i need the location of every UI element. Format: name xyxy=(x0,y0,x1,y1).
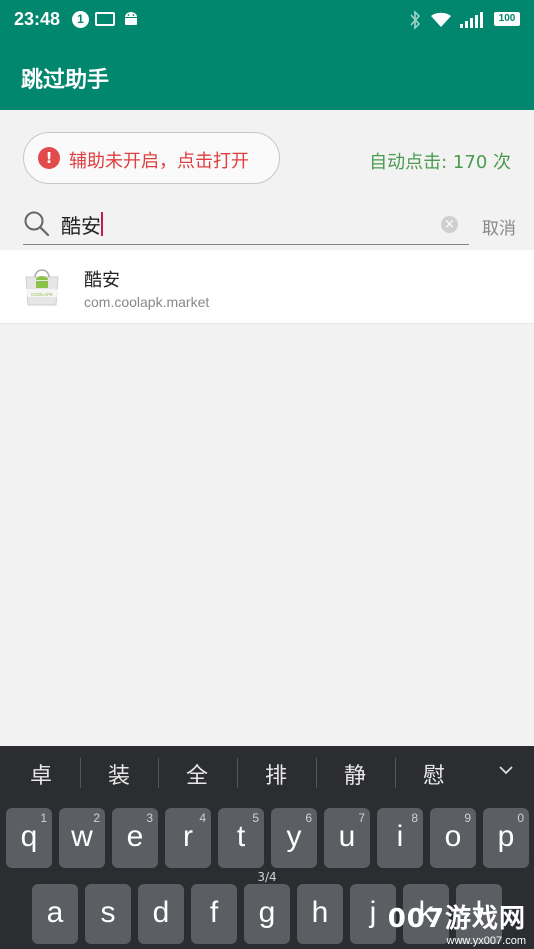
key-r[interactable]: 4r xyxy=(165,808,211,868)
watermark: 007游戏网 www.yx007.com xyxy=(388,898,526,947)
soft-keyboard: 卓 装 全 排 静 慰 1q 2w 3e 4r 5t 6y 7u 8i 9o 0… xyxy=(0,746,534,949)
candidate-word[interactable]: 全 xyxy=(158,758,236,790)
text-cursor xyxy=(101,212,103,236)
app-list-item[interactable]: COOLAPK 酷安 com.coolapk.market xyxy=(0,250,534,324)
key-w[interactable]: 2w xyxy=(59,808,105,868)
key-e[interactable]: 3e xyxy=(112,808,158,868)
app-bar: 跳过助手 xyxy=(0,40,534,110)
auto-click-count: 自动点击: 170 次 xyxy=(369,152,511,173)
key-s[interactable]: s xyxy=(85,884,131,944)
key-q[interactable]: 1q xyxy=(6,808,52,868)
search-bar: × xyxy=(23,206,469,245)
coolapk-app-icon: COOLAPK xyxy=(25,269,59,306)
key-f[interactable]: f xyxy=(191,884,237,944)
notification-badge: 1 xyxy=(72,11,89,28)
status-time: 23:48 xyxy=(14,9,61,29)
key-o[interactable]: 9o xyxy=(430,808,476,868)
key-d[interactable]: d xyxy=(138,884,184,944)
candidate-word[interactable]: 排 xyxy=(237,758,315,790)
clear-search-icon[interactable]: × xyxy=(441,216,458,233)
battery-icon: 100 xyxy=(494,12,520,26)
main-content: ! 辅助未开启，点击打开 自动点击: 170 次 × 取消 COOLAPK 酷安… xyxy=(0,110,534,746)
key-u[interactable]: 7u xyxy=(324,808,370,868)
candidate-bar: 卓 装 全 排 静 慰 xyxy=(0,746,534,798)
accessibility-button-label: 辅助未开启，点击打开 xyxy=(69,151,249,172)
chevron-down-icon[interactable] xyxy=(498,762,514,778)
key-p[interactable]: 0p xyxy=(483,808,529,868)
key-t[interactable]: 5t xyxy=(218,808,264,868)
warning-icon: ! xyxy=(38,147,60,169)
watermark-url: www.yx007.com xyxy=(446,935,526,947)
app-title: 跳过助手 xyxy=(21,68,110,93)
android-icon xyxy=(125,12,137,25)
candidate-word[interactable]: 慰 xyxy=(395,758,473,790)
key-i[interactable]: 8i xyxy=(377,808,423,868)
candidate-word[interactable]: 装 xyxy=(80,758,158,790)
candidate-word[interactable]: 静 xyxy=(316,758,394,790)
signal-icon xyxy=(460,12,483,28)
keyboard-icon xyxy=(95,12,115,26)
app-name: 酷安 xyxy=(84,270,120,291)
search-input[interactable] xyxy=(61,206,431,242)
key-y[interactable]: 6y xyxy=(271,808,317,868)
status-bar: 23:48 1 100 xyxy=(0,0,534,40)
wifi-icon xyxy=(431,12,451,27)
key-h[interactable]: h xyxy=(297,884,343,944)
key-a[interactable]: a xyxy=(32,884,78,944)
candidate-word[interactable]: 卓 xyxy=(2,758,80,790)
enable-accessibility-button[interactable]: ! 辅助未开启，点击打开 xyxy=(23,132,280,184)
app-icon-text: COOLAPK xyxy=(31,292,53,297)
search-icon xyxy=(24,211,50,237)
app-package-name: com.coolapk.market xyxy=(84,294,210,310)
watermark-brand: 007游戏网 xyxy=(387,904,526,934)
key-g[interactable]: 3/4 g xyxy=(244,870,290,944)
bluetooth-icon xyxy=(410,10,421,30)
cancel-button[interactable]: 取消 xyxy=(482,214,516,239)
